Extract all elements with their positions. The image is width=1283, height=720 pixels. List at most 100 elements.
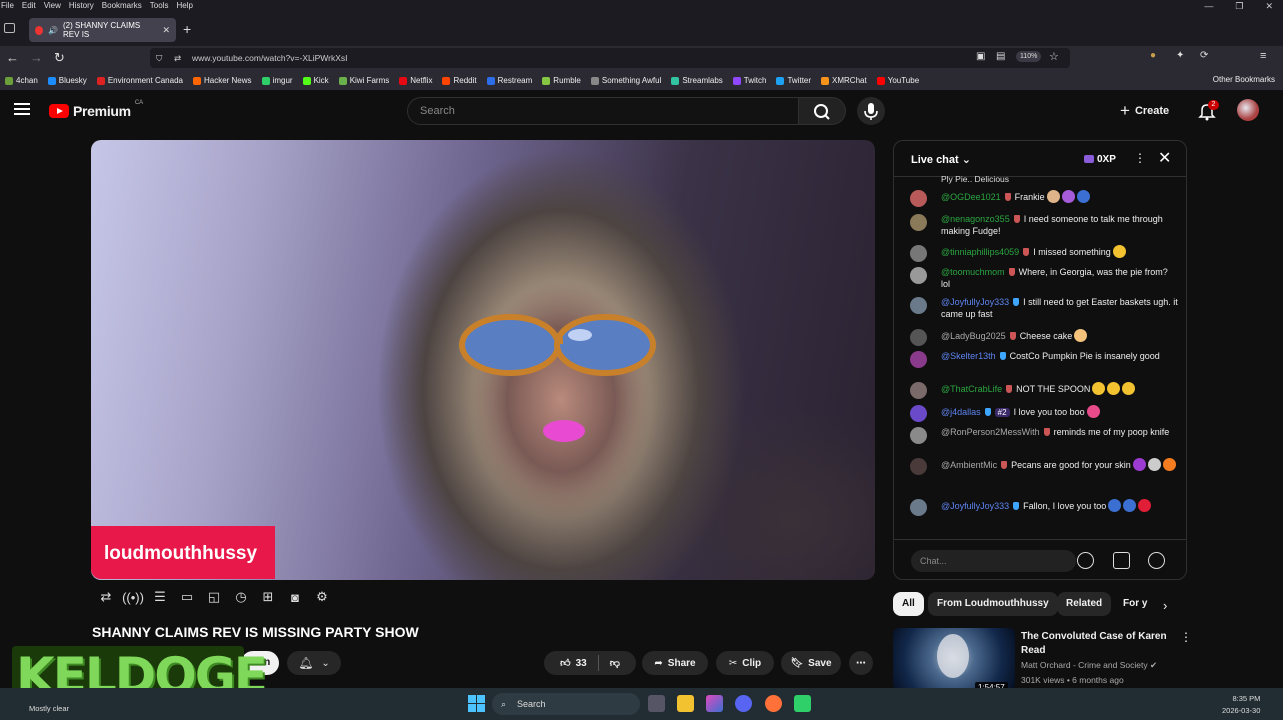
like-count[interactable]: 33 [576,658,587,669]
menu-edit[interactable]: Edit [22,0,36,12]
chip-from-channel[interactable]: From Loudmouthhussy [928,592,1058,616]
screenshot-icon[interactable]: ▣ [976,51,985,62]
taskbar-search[interactable]: ⌕ Search [492,693,640,715]
playlist-icon[interactable]: ☰ [150,588,170,606]
chat-avatar[interactable] [910,297,927,314]
chat-avatar[interactable] [910,245,927,262]
app-menu-icon[interactable]: ≡ [1260,50,1266,62]
chat-author[interactable]: @toomuchmom [941,267,1005,277]
bookmark-youtube[interactable]: YouTube [876,76,919,85]
bookmark-hacker-news[interactable]: Hacker News [192,76,252,85]
chat-input[interactable]: Chat... [911,550,1076,572]
close-tab-icon[interactable]: ✕ [162,25,170,36]
emoji-icon[interactable] [1077,552,1094,569]
menu-view[interactable]: View [44,0,61,12]
bookmark-star-icon[interactable]: ☆ [1049,50,1059,63]
bookmark-reddit[interactable]: Reddit [442,76,477,85]
windows-start-icon[interactable] [468,695,485,712]
new-tab-button[interactable]: + [183,21,191,37]
search-input[interactable]: Search [407,97,799,125]
search-button[interactable] [799,97,846,125]
bookmark-kiwi-farms[interactable]: Kiwi Farms [338,76,389,85]
chat-title-dropdown[interactable]: Live chat ⌄ [911,153,971,166]
chip-for-you[interactable]: For y [1114,592,1156,616]
chat-author[interactable]: @ThatCrabLife [941,384,1002,394]
weather-text[interactable]: Mostly clear [29,704,69,713]
menu-history[interactable]: History [69,0,94,12]
thumbs-up-icon[interactable]: 👍︎ [560,657,570,669]
theater-icon[interactable]: ▭ [177,588,197,606]
speed-icon[interactable]: ◷ [231,588,251,606]
browser-tab[interactable]: 🔊 (2) SHANNY CLAIMS REV IS ✕ [29,18,176,42]
chat-author[interactable]: @RonPerson2MessWith [941,427,1040,437]
copilot-icon[interactable] [706,695,723,712]
tab-overview-icon[interactable] [4,23,15,33]
thumbs-down-icon[interactable]: 👎︎ [610,657,620,669]
chat-avatar[interactable] [910,405,927,422]
recommended-title[interactable]: The Convoluted Case of Karen Read [1021,630,1171,658]
bookmark-imgur[interactable]: imgur [261,76,293,85]
save-button[interactable]: 🔖︎ Save [781,651,841,675]
bookmark-xmrchat[interactable]: XMRChat [821,76,867,85]
recommended-video[interactable]: 1:54:57 The Convoluted Case of Karen Rea… [893,628,1192,693]
subscription-bell-button[interactable]: 🔔︎ ⌄ [287,651,341,675]
chat-author[interactable]: @JoyfullyJoy333 [941,501,1009,511]
recommended-thumbnail[interactable] [893,628,1015,690]
url-bar[interactable]: ⛉ ⇄ www.youtube.com/watch?v=-XLiPWrkXsI [150,48,1070,68]
chat-author[interactable]: @OGDee1021 [941,192,1001,202]
bookmark-4chan[interactable]: 4chan [5,76,38,85]
account-avatar[interactable] [1237,99,1259,121]
chat-author[interactable]: @JoyfullyJoy333 [941,297,1009,307]
chat-more-icon[interactable]: ⋮ [1134,151,1146,165]
chat-author[interactable]: @LadyBug2025 [941,331,1006,341]
heart-icon[interactable] [1148,552,1165,569]
clip-button[interactable]: ✂ Clip [716,651,774,675]
discord-icon[interactable] [735,695,752,712]
share-button[interactable]: ➦ Share [642,651,708,675]
chat-author[interactable]: @AmbientMic [941,460,997,470]
streamlabs-icon[interactable] [794,695,811,712]
reload-icon[interactable]: ↻ [54,50,65,66]
bookmark-twitch[interactable]: Twitch [732,76,766,85]
chat-avatar[interactable] [910,458,927,475]
bookmark-twitter[interactable]: Twitter [776,76,811,85]
bookmark-netflix[interactable]: Netflix [399,76,432,85]
chat-author[interactable]: @j4dallas [941,407,981,417]
speaker-icon[interactable]: 🔊 [48,26,58,35]
chip-all[interactable]: All [893,592,924,616]
other-bookmarks[interactable]: Other Bookmarks [1213,75,1275,84]
settings-gear-icon[interactable]: ⚙ [312,588,332,606]
forward-icon[interactable]: → [30,50,43,65]
bookmark-restream[interactable]: Restream [486,76,532,85]
close-chat-icon[interactable]: ✕ [1158,148,1171,168]
miniplayer-icon[interactable]: ◱ [204,588,224,606]
reader-icon[interactable]: ▤ [996,51,1005,62]
create-button[interactable]: + Create [1120,101,1180,121]
minimize-icon[interactable]: — [1204,0,1213,12]
sync-icon[interactable]: ⟳ [1200,50,1208,61]
chat-author[interactable]: @tinniaphillips4059 [941,247,1019,257]
bookmark-rumble[interactable]: Rumble [542,76,581,85]
video-player[interactable] [91,140,875,580]
pip-icon[interactable]: ⊞ [258,588,278,606]
super-chat-icon[interactable] [1113,552,1130,569]
chat-avatar[interactable] [910,329,927,346]
menu-bookmarks[interactable]: Bookmarks [102,0,142,12]
camera-icon[interactable]: ◙ [285,588,305,606]
menu-file[interactable]: File [1,0,14,12]
extension-icon[interactable]: ● [1150,50,1156,61]
restore-icon[interactable]: ❐ [1235,0,1243,12]
task-view-icon[interactable] [648,695,665,712]
close-window-icon[interactable]: ✕ [1265,0,1273,12]
chat-avatar[interactable] [910,427,927,444]
bookmark-environment-canada[interactable]: Environment Canada [96,76,183,85]
chip-related[interactable]: Related [1057,592,1112,616]
youtube-logo[interactable]: Premium CA [49,100,143,119]
loop-icon[interactable]: ⇄ [96,588,116,606]
chat-avatar[interactable] [910,499,927,516]
bookmark-something-awful[interactable]: Something Awful [590,76,661,85]
site-info-icon[interactable]: ⇄ [174,48,181,68]
chevron-right-icon[interactable]: › [1163,598,1167,613]
chat-avatar[interactable] [910,214,927,231]
file-explorer-icon[interactable] [677,695,694,712]
